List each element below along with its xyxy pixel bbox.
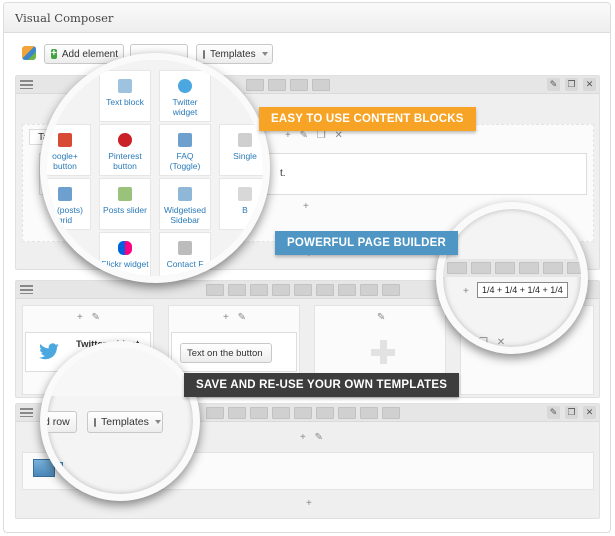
content-blocks-badge: EASY TO USE CONTENT BLOCKS: [259, 107, 476, 131]
flickr-icon: [118, 241, 132, 255]
lens-cell[interactable]: Posts slider: [99, 178, 151, 230]
faq-icon: [178, 133, 192, 147]
layout-option[interactable]: [206, 284, 224, 296]
layout-option[interactable]: [312, 79, 330, 91]
pinterest-icon: [118, 133, 132, 147]
screenshot: Visual Composer + Add element Templates …: [0, 0, 615, 536]
layout-tooltip: 1/4 + 1/4 + 1/4 + 1/4: [477, 282, 568, 298]
layout-option[interactable]: [290, 79, 308, 91]
drag-handle-icon[interactable]: [20, 408, 33, 417]
layout-option[interactable]: [447, 262, 467, 274]
layout-option[interactable]: [382, 284, 400, 296]
layout-option[interactable]: [338, 407, 356, 419]
lens-cell[interactable]: er (posts) grid: [47, 178, 91, 230]
lens-cell[interactable]: Flickr widget: [99, 232, 151, 276]
column-controls[interactable]: + ✎: [77, 312, 103, 323]
delete-icon[interactable]: ✕: [583, 406, 596, 419]
templates-icon: [203, 49, 205, 59]
edit-icon[interactable]: ✎: [547, 406, 560, 419]
column-controls-zoom[interactable]: ❐ ✕: [479, 337, 508, 347]
layout-option[interactable]: [250, 284, 268, 296]
templates-magnifier: d row Templates: [40, 341, 200, 501]
layout-option[interactable]: [495, 262, 515, 274]
layout-option[interactable]: [294, 284, 312, 296]
templates-button-zoom[interactable]: Templates: [87, 411, 163, 433]
fragment-text: t.: [280, 168, 286, 179]
lens-cell[interactable]: Pinterest button: [99, 124, 151, 176]
templates-icon: [94, 417, 96, 427]
drag-handle-icon[interactable]: [20, 285, 33, 294]
templates-label-zoom: Templates: [101, 416, 149, 428]
templates-badge: SAVE AND RE-USE YOUR OWN TEMPLATES: [184, 373, 460, 397]
sidebar-icon: [178, 187, 192, 201]
layout-option[interactable]: [272, 407, 290, 419]
templates-label: Templates: [210, 48, 256, 60]
vc-logo-icon: [22, 46, 36, 60]
drag-handle-icon[interactable]: [20, 80, 33, 89]
layout-option[interactable]: [228, 407, 246, 419]
b-icon: [238, 187, 252, 201]
add-row-label: d row: [44, 416, 70, 428]
add-to-column-icon[interactable]: +: [303, 201, 312, 212]
add-column-icon[interactable]: +: [463, 286, 472, 297]
clone-icon[interactable]: ❐: [565, 78, 578, 91]
page-builder-badge: POWERFUL PAGE BUILDER: [275, 231, 459, 255]
visual-composer-panel: Visual Composer + Add element Templates …: [3, 2, 611, 533]
lens-cell[interactable]: B: [219, 178, 263, 230]
layout-magnifier: + 1/4 + 1/4 + 1/4 + 1/4 ❐ ✕: [436, 202, 588, 354]
lens-blocks-grid: Text block Twitter widget oogle+ button …: [47, 60, 263, 276]
grid-icon: [58, 187, 72, 201]
clone-icon[interactable]: ❐: [565, 406, 578, 419]
edit-icon[interactable]: ✎: [547, 78, 560, 91]
layout-option[interactable]: [360, 407, 378, 419]
layout-option[interactable]: [316, 407, 334, 419]
contact-icon: [178, 241, 192, 255]
google-plus-icon: [58, 133, 72, 147]
chevron-down-icon: [154, 420, 161, 424]
layout-option[interactable]: [360, 284, 378, 296]
add-content-plus-icon[interactable]: [371, 340, 395, 364]
layout-option[interactable]: [543, 262, 563, 274]
layout-option[interactable]: [250, 407, 268, 419]
row-3-add-icon[interactable]: +: [306, 498, 315, 509]
slider-icon: [118, 187, 132, 201]
row-3-add-controls[interactable]: + ✎: [300, 432, 326, 443]
lens-cell[interactable]: oogle+ button: [47, 124, 91, 176]
column-controls[interactable]: + ✎: [223, 312, 249, 323]
text-block-icon: [118, 79, 132, 93]
add-element-label: Add element: [61, 48, 118, 60]
layout-option[interactable]: [316, 284, 334, 296]
layout-option[interactable]: [268, 79, 286, 91]
panel-header: Visual Composer: [4, 3, 610, 33]
layout-option[interactable]: [338, 284, 356, 296]
layout-option[interactable]: [382, 407, 400, 419]
lens-cell[interactable]: Text block: [99, 70, 151, 122]
chevron-down-icon: [261, 52, 268, 56]
column-controls[interactable]: ✎: [377, 312, 388, 323]
add-row-button[interactable]: d row: [44, 411, 77, 433]
layout-option[interactable]: [294, 407, 312, 419]
layout-option[interactable]: [228, 284, 246, 296]
lens-cell[interactable]: Contact F: [159, 232, 211, 276]
lens-cell[interactable]: Twitter widget: [159, 70, 211, 122]
button-text: Text on the button: [187, 347, 263, 359]
layout-option[interactable]: [206, 407, 224, 419]
text-on-button[interactable]: Text on the button: [180, 343, 272, 363]
layout-option[interactable]: [272, 284, 290, 296]
lens-cell[interactable]: Widgetised Sidebar: [159, 178, 211, 230]
layout-option[interactable]: [471, 262, 491, 274]
layout-option[interactable]: [567, 262, 581, 274]
plus-icon: +: [51, 48, 57, 59]
twitter-icon: [178, 79, 192, 93]
delete-icon[interactable]: ✕: [583, 78, 596, 91]
panel-title: Visual Composer: [15, 11, 114, 25]
layout-option[interactable]: [519, 262, 539, 274]
single-icon: [238, 133, 252, 147]
layout-tooltip-text: 1/4 + 1/4 + 1/4 + 1/4: [482, 285, 563, 295]
lens-cell[interactable]: FAQ (Toggle): [159, 124, 211, 176]
lens-cell[interactable]: Single: [219, 124, 263, 176]
tab-controls[interactable]: + ✎ ❐ ✕: [285, 130, 346, 141]
content-blocks-magnifier: Text block Twitter widget oogle+ button …: [40, 53, 270, 283]
